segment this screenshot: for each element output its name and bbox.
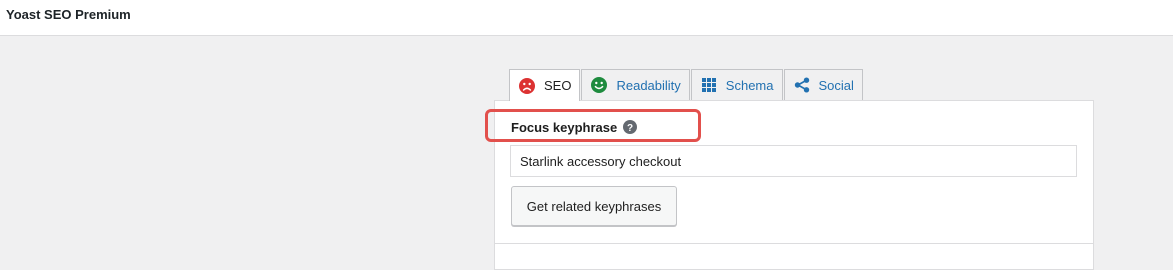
top-bar: Yoast SEO Premium: [0, 0, 1173, 36]
tab-seo[interactable]: SEO: [509, 69, 581, 101]
smiley-face-icon: [591, 77, 608, 93]
tab-readability[interactable]: Readability: [581, 69, 690, 100]
metabox-tabs: SEO Readability Schema Social: [509, 69, 864, 101]
tab-label: Readability: [616, 77, 681, 93]
sad-face-icon: [519, 77, 535, 94]
get-related-keyphrases-button[interactable]: Get related keyphrases: [511, 186, 677, 226]
grid-icon: [701, 77, 717, 93]
tab-label: Social: [818, 77, 854, 93]
tab-label: Schema: [725, 77, 774, 93]
tab-label: SEO: [544, 78, 572, 93]
tab-social[interactable]: Social: [783, 69, 863, 100]
panel-divider: [494, 243, 1094, 244]
page-title: Yoast SEO Premium: [6, 7, 131, 22]
focus-keyphrase-highlight: [485, 109, 701, 142]
focus-keyphrase-input[interactable]: [510, 145, 1077, 177]
tab-schema[interactable]: Schema: [690, 69, 783, 100]
share-icon: [794, 77, 810, 93]
